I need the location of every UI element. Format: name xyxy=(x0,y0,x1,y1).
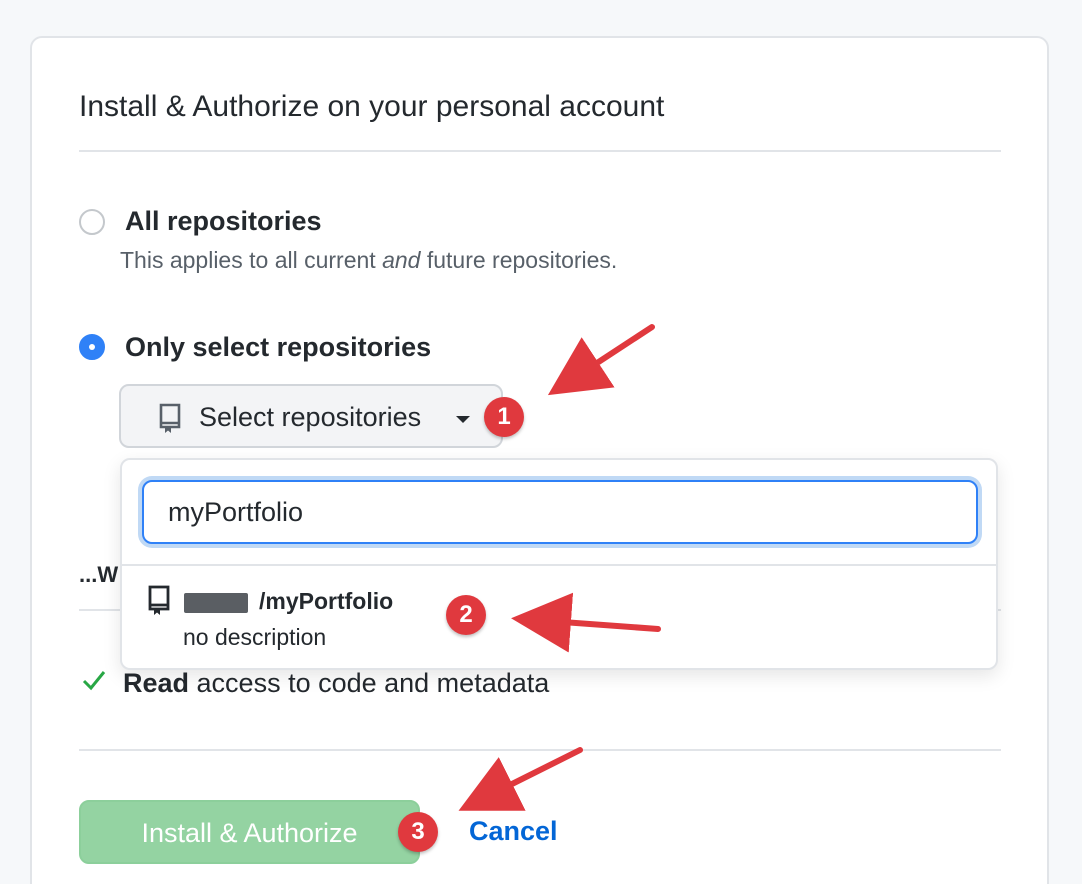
repo-icon xyxy=(157,402,183,439)
note-emphasis: and xyxy=(382,247,421,273)
obscured-heading: ...W xyxy=(79,562,119,587)
repository-description: no description xyxy=(183,624,327,650)
actions-divider xyxy=(79,749,1001,751)
repo-icon xyxy=(146,584,172,621)
title-divider xyxy=(79,150,1001,152)
note-prefix: This applies to all current xyxy=(120,247,383,273)
repository-dropdown: /myPortfolio no description xyxy=(120,458,998,670)
repository-result-item[interactable]: /myPortfolio no description xyxy=(122,566,996,668)
all-repositories-label[interactable]: All repositories xyxy=(125,206,322,237)
page: Install & Authorize on your personal acc… xyxy=(0,0,1082,884)
only-select-repositories-label[interactable]: Only select repositories xyxy=(125,332,431,363)
cancel-link[interactable]: Cancel xyxy=(469,816,558,847)
all-repositories-note: This applies to all current and future r… xyxy=(120,247,617,274)
note-suffix: future repositories. xyxy=(420,247,618,273)
page-title: Install & Authorize on your personal acc… xyxy=(79,90,665,123)
redacted-owner-name xyxy=(184,593,248,613)
only-select-repositories-radio[interactable] xyxy=(79,334,105,360)
annotation-badge-2: 2 xyxy=(446,595,486,635)
select-repositories-button[interactable]: Select repositories xyxy=(119,384,503,448)
install-authorize-button[interactable]: Install & Authorize xyxy=(79,800,420,864)
caret-down-icon xyxy=(456,416,470,423)
repository-name: /myPortfolio xyxy=(259,588,394,614)
repository-search-input[interactable] xyxy=(142,480,978,544)
select-repositories-label: Select repositories xyxy=(199,402,422,432)
permission-level: Read xyxy=(123,668,190,698)
annotation-badge-1: 1 xyxy=(484,397,524,437)
annotation-badge-3: 3 xyxy=(398,812,438,852)
all-repositories-radio[interactable] xyxy=(79,209,105,235)
permission-description: access to code and metadata xyxy=(189,668,550,698)
permission-item: Read access to code and metadata xyxy=(123,668,549,699)
check-icon xyxy=(80,666,108,699)
